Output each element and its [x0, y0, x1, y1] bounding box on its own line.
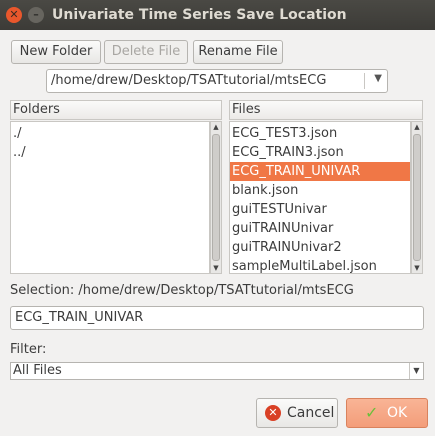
file-item[interactable]: guiTESTUnivar [230, 200, 410, 219]
file-item-selected[interactable]: ECG_TRAIN_UNIVAR [230, 162, 410, 181]
scroll-up-icon[interactable]: ▲ [412, 122, 422, 132]
selection-label: Selection: /home/drew/Desktop/TSATtutori… [10, 283, 354, 298]
scroll-down-icon[interactable]: ▼ [412, 263, 422, 273]
file-item[interactable]: ECG_TEST3.json [230, 124, 410, 143]
folders-list[interactable]: ./ ../ [10, 121, 210, 274]
filter-dropdown[interactable]: All Files ▼ [10, 362, 424, 380]
files-scrollbar[interactable]: ▲ ▼ [411, 121, 423, 274]
folders-scrollbar[interactable]: ▲ ▼ [210, 121, 222, 274]
folder-item[interactable]: ./ [11, 124, 209, 143]
cancel-button[interactable]: ✕ Cancel [256, 398, 338, 428]
filter-value: All Files [13, 363, 62, 378]
files-list[interactable]: ECG_TEST3.json ECG_TRAIN3.json ECG_TRAIN… [229, 121, 411, 274]
files-header: Files [229, 100, 423, 120]
cancel-icon: ✕ [265, 405, 281, 421]
close-window-button[interactable]: ✕ [6, 7, 22, 23]
ok-button[interactable]: ✓ OK [346, 398, 428, 428]
file-item[interactable]: sampleMultiLabel.json [230, 257, 410, 273]
minimize-window-button[interactable]: – [28, 7, 44, 23]
folder-item[interactable]: ../ [11, 143, 209, 162]
scroll-thumb[interactable] [413, 134, 421, 261]
file-item[interactable]: ECG_TRAIN3.json [230, 143, 410, 162]
window-title: Univariate Time Series Save Location [52, 7, 347, 23]
selection-input[interactable]: ECG_TRAIN_UNIVAR [10, 306, 424, 330]
cancel-button-label: Cancel [287, 405, 335, 421]
path-dropdown[interactable]: /home/drew/Desktop/TSATtutorial/mtsECG ▼ [46, 69, 388, 93]
scroll-up-icon[interactable]: ▲ [211, 122, 221, 132]
delete-file-button: Delete File [104, 40, 188, 64]
scroll-down-icon[interactable]: ▼ [211, 263, 221, 273]
folders-header: Folders [10, 100, 222, 120]
file-item[interactable]: guiTRAINUnivar [230, 219, 410, 238]
new-folder-button[interactable]: New Folder [11, 40, 101, 64]
filter-label: Filter: [10, 342, 47, 357]
chevron-down-icon[interactable]: ▼ [409, 363, 423, 379]
file-item[interactable]: blank.json [230, 181, 410, 200]
file-item[interactable]: guiTRAINUnivar2 [230, 238, 410, 257]
dropdown-divider [364, 73, 365, 89]
chevron-down-icon[interactable]: ▼ [374, 73, 382, 84]
ok-button-label: OK [387, 405, 408, 421]
title-bar: ✕ – Univariate Time Series Save Location [0, 0, 435, 30]
path-value: /home/drew/Desktop/TSATtutorial/mtsECG [51, 73, 327, 88]
check-icon: ✓ [365, 403, 379, 422]
rename-file-button[interactable]: Rename File [193, 40, 283, 64]
scroll-thumb[interactable] [212, 134, 220, 261]
